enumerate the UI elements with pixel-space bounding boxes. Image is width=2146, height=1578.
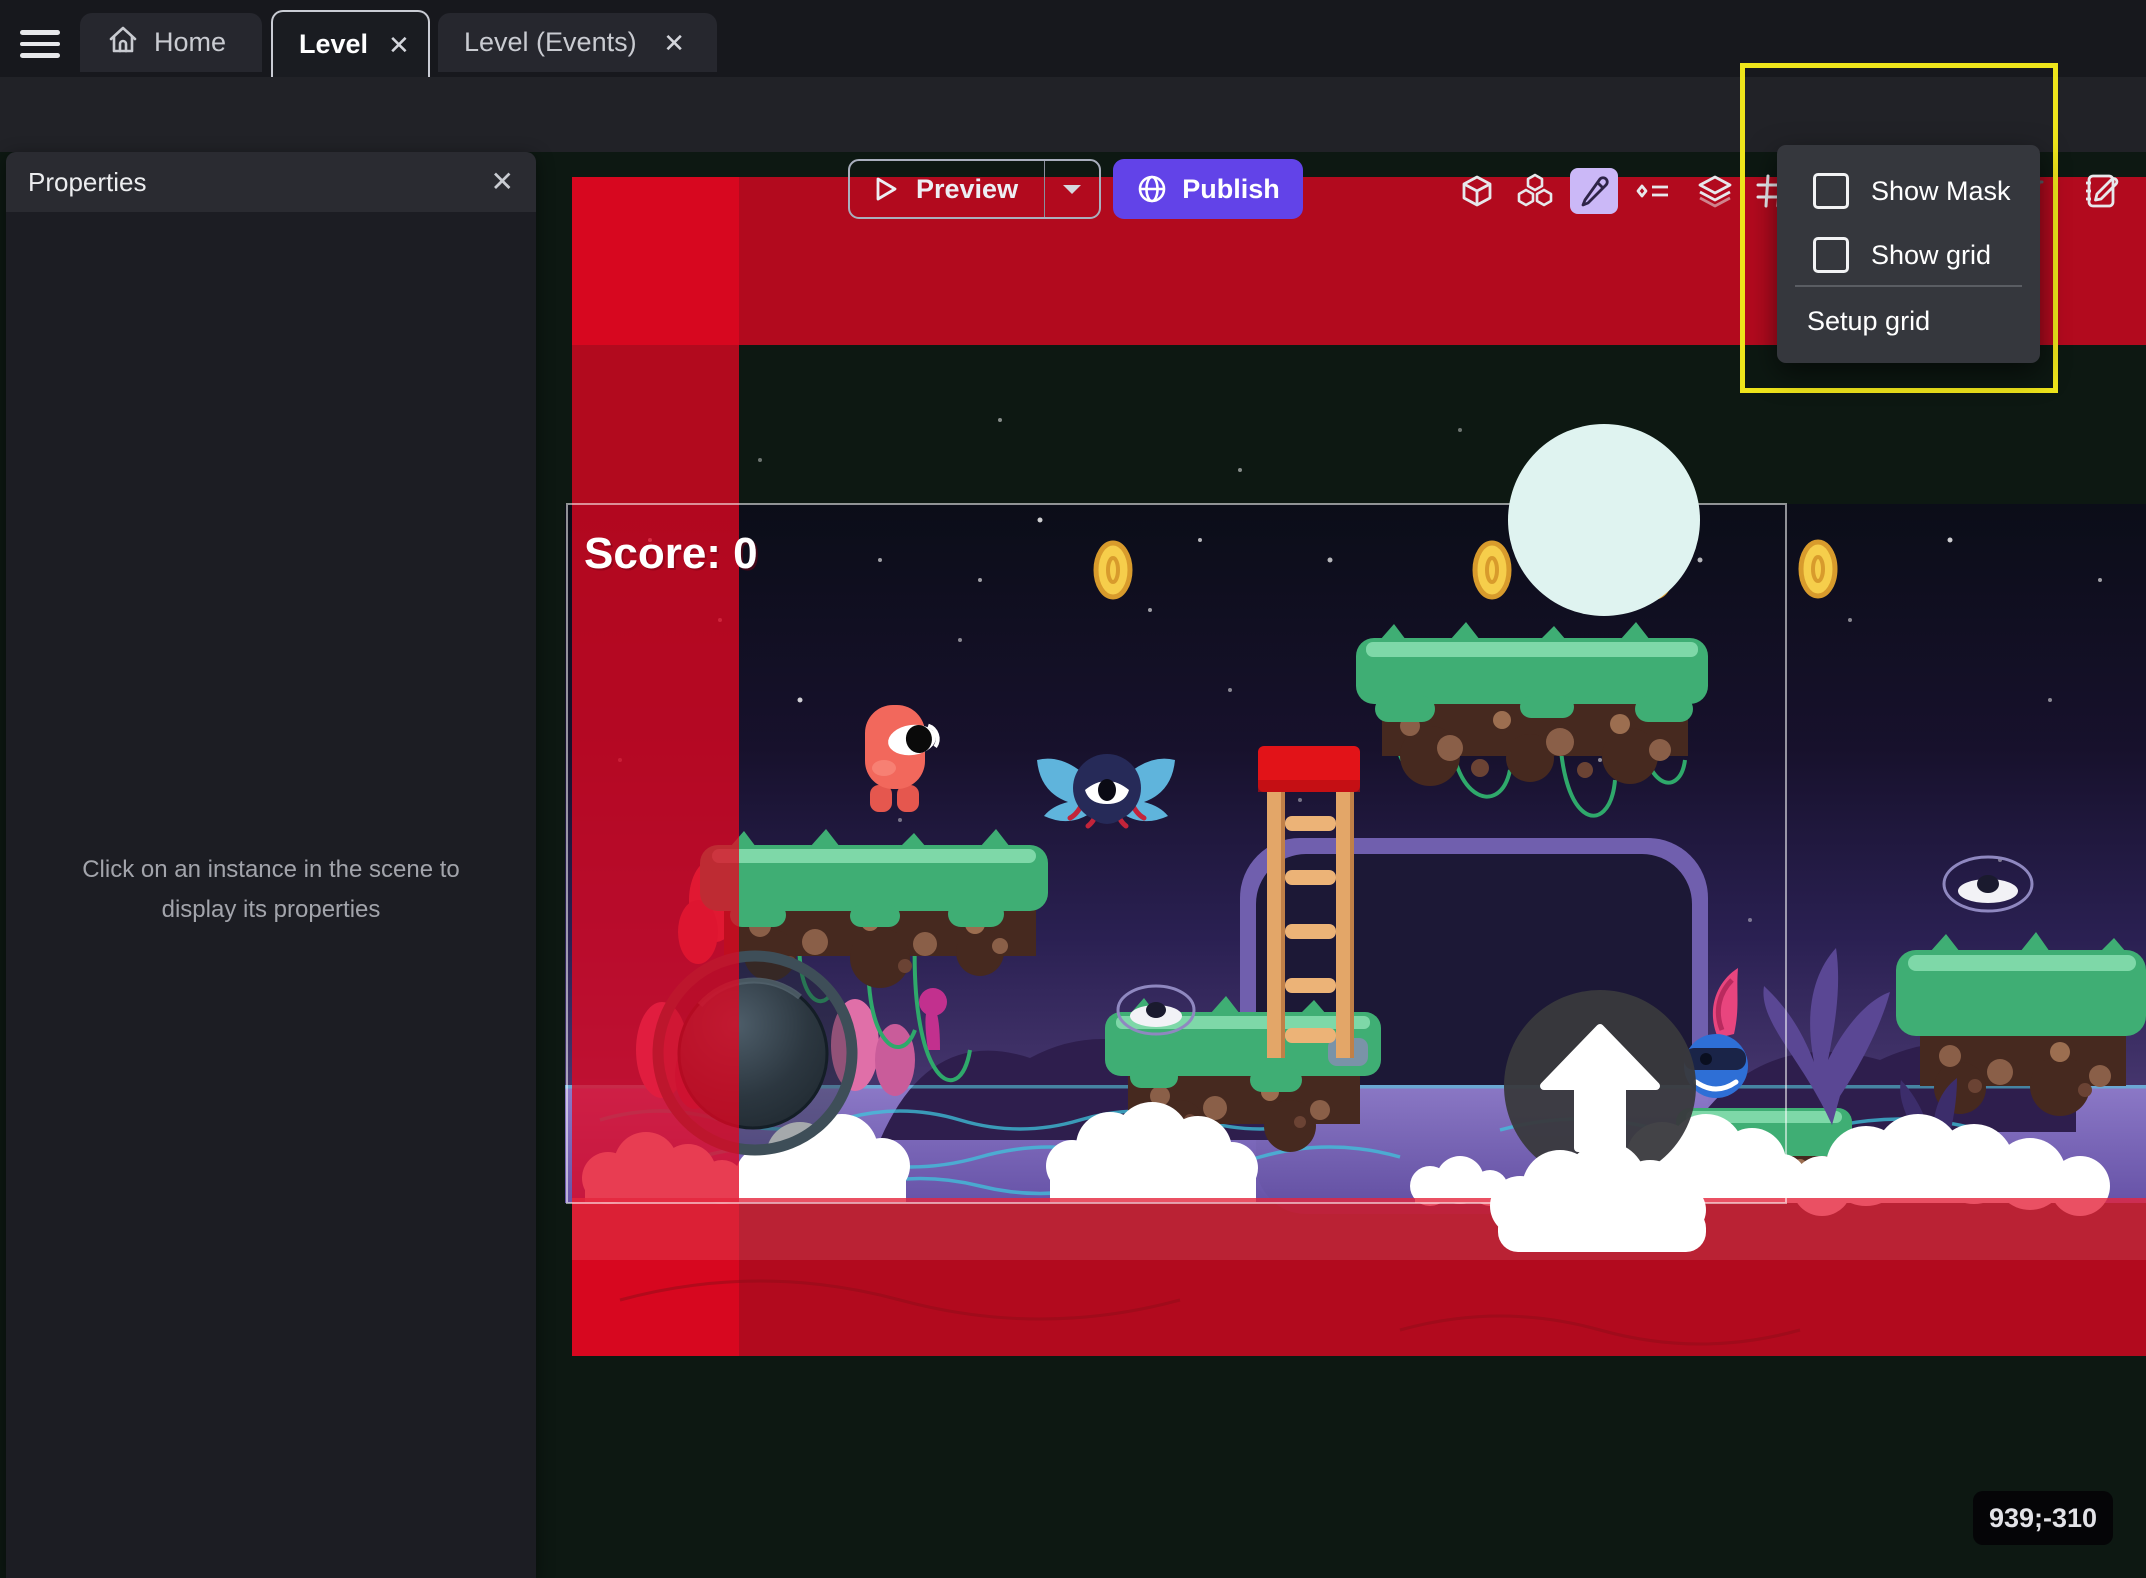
menu-item-show-mask[interactable]: Show Mask [1777,167,2040,215]
close-icon[interactable]: ✕ [491,168,514,196]
tab-home[interactable]: Home [80,13,262,72]
menu-divider [1795,285,2022,287]
chevron-down-icon [1061,183,1083,196]
show-mask-label: Show Mask [1871,176,2011,207]
bat-enemy-instance[interactable] [1037,754,1175,826]
close-icon[interactable]: ✕ [382,30,416,60]
preview-options-caret[interactable] [1044,161,1099,217]
layers-icon [1696,172,1734,210]
properties-empty-hint: Click on an instance in the scene to dis… [6,850,536,930]
tab-level-events-label: Level (Events) [464,27,637,58]
cursor-coordinates-badge: 939;-310 [1973,1491,2113,1545]
setup-grid-label: Setup grid [1807,306,1930,337]
globe-icon [1136,173,1168,205]
objects-cubes-icon [1516,172,1554,210]
score-hud-text: Score: 0 [584,529,758,578]
menu-item-show-grid[interactable]: Show grid [1777,231,2040,279]
close-icon[interactable]: ✕ [657,28,691,58]
preview-button-label: Preview [916,174,1018,205]
tab-level-label: Level [299,29,368,60]
moon-instance[interactable] [1508,424,1700,616]
house-icon [106,23,140,62]
tab-level[interactable]: Level ✕ [271,10,430,77]
show-grid-checkbox[interactable] [1813,237,1849,273]
properties-panel: Properties ✕ Click on an instance in the… [6,152,536,1578]
tab-level-events[interactable]: Level (Events) ✕ [438,13,717,72]
objects-3d-button[interactable] [1454,168,1500,214]
layers-button[interactable] [1692,168,1738,214]
tab-home-label: Home [154,27,226,58]
grid-options-menu: Show Mask Show grid Setup grid [1777,145,2040,363]
red-wall-cloud-sheen [572,1198,2146,1260]
show-grid-label: Show grid [1871,240,1991,271]
edit-scene-properties-button[interactable] [2080,168,2126,214]
play-icon [870,174,900,204]
menu-item-setup-grid[interactable]: Setup grid [1777,297,2040,345]
edit-tool-button-active[interactable] [1570,168,1618,214]
properties-panel-header: Properties ✕ [6,152,536,212]
show-mask-checkbox[interactable] [1813,173,1849,209]
instances-list-icon [1634,172,1672,210]
publish-button-label: Publish [1182,174,1280,205]
preview-button[interactable]: Preview [848,159,1101,219]
properties-panel-title: Properties [28,167,147,198]
tab-bar: Home Level ✕ Level (Events) ✕ [0,0,2146,77]
hamburger-menu-icon[interactable] [14,22,66,66]
pencil-icon [1577,174,1611,208]
publish-button[interactable]: Publish [1113,159,1303,219]
cube-icon [1459,173,1495,209]
toolbar: Preview Publish [0,77,2146,152]
edit-scene-notes-icon [2083,171,2123,211]
red-wall-left [572,177,739,1356]
instances-list-button[interactable] [1630,168,1676,214]
objects-list-button[interactable] [1512,168,1558,214]
